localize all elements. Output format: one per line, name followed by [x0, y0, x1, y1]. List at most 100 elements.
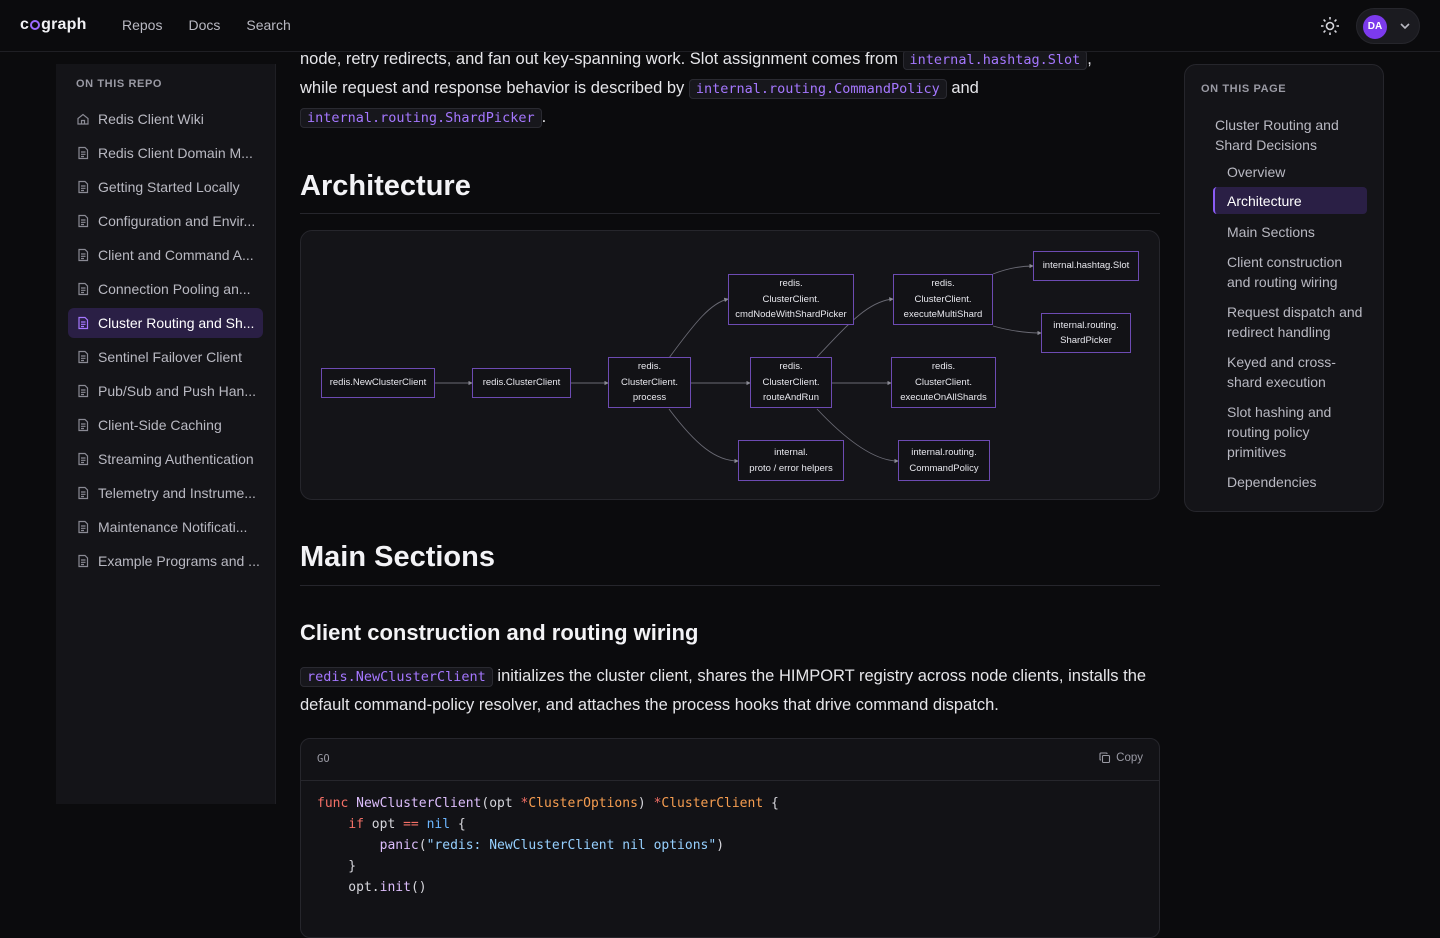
doc-icon — [76, 146, 98, 160]
sidebar-item-label: Sentinel Failover Client — [98, 349, 242, 365]
code-language-label: GO — [317, 753, 330, 765]
toc-item-slot-hashing[interactable]: Slot hashing and routing policy primitiv… — [1227, 402, 1357, 462]
sidebar-item-label: Client-Side Caching — [98, 417, 222, 433]
sidebar-item[interactable]: Streaming Authentication — [68, 444, 263, 474]
sidebar-item[interactable]: Cluster Routing and Sh... — [68, 308, 263, 338]
toc-item-keyed-execution[interactable]: Keyed and cross-shard execution — [1227, 352, 1365, 392]
intro-paragraph: node, retry redirects, and fan out key-s… — [300, 50, 1092, 128]
node-execute-multi-shard[interactable]: redis. ClusterClient. executeMultiShard — [893, 274, 993, 325]
user-menu-button[interactable]: DA — [1356, 8, 1420, 44]
sidebar-item-label: Client and Command A... — [98, 247, 254, 263]
toc-item-cluster-routing[interactable]: Cluster Routing and Shard Decisions — [1215, 115, 1365, 155]
sidebar-item-label: Configuration and Envir... — [98, 213, 256, 229]
code-shard-picker: internal.routing.ShardPicker — [300, 108, 542, 128]
divider — [300, 213, 1160, 214]
toc-item-client-construction[interactable]: Client construction and routing wiring — [1227, 252, 1365, 292]
home-icon — [76, 112, 98, 126]
doc-icon — [76, 316, 98, 330]
doc-icon — [76, 282, 98, 296]
copy-icon — [1099, 752, 1111, 764]
code-line: func NewClusterClient(opt *ClusterOption… — [317, 796, 779, 811]
node-proto-error-helpers[interactable]: internal. proto / error helpers — [738, 440, 844, 481]
sidebar-item[interactable]: Example Programs and ... — [68, 546, 263, 576]
sidebar-item-label: Redis Client Domain M... — [98, 145, 253, 161]
sidebar-item[interactable]: Connection Pooling an... — [68, 274, 263, 304]
copy-button[interactable]: Copy — [1099, 752, 1143, 764]
doc-icon — [76, 486, 98, 500]
nav-repos[interactable]: Repos — [122, 17, 162, 33]
sidebar-item[interactable]: Redis Client Domain M... — [68, 138, 263, 168]
sidebar-item-label: Connection Pooling an... — [98, 281, 251, 297]
toc-item-main-sections[interactable]: Main Sections — [1227, 222, 1365, 242]
sidebar-item-label: Streaming Authentication — [98, 451, 254, 467]
code-block: GO Copy func NewClusterClient(opt *Clust… — [300, 738, 1160, 938]
node-new-cluster-client[interactable]: redis.NewClusterClient — [321, 368, 435, 398]
doc-icon — [76, 180, 98, 194]
node-process[interactable]: redis. ClusterClient. process — [608, 357, 691, 408]
top-bar: c graph Repos Docs Search DA — [0, 0, 1440, 52]
nav-docs[interactable]: Docs — [188, 17, 220, 33]
node-execute-on-all-shards[interactable]: redis. ClusterClient. executeOnAllShards — [891, 357, 996, 408]
sidebar-list: Redis Client Wiki Redis Client Domain M..… — [68, 104, 263, 580]
edge-process-to-helpers — [668, 408, 739, 464]
sidebar-item[interactable]: Getting Started Locally — [68, 172, 263, 202]
sidebar-item[interactable]: Telemetry and Instrume... — [68, 478, 263, 508]
node-cmd-node-with-shard-picker[interactable]: redis. ClusterClient. cmdNodeWithShardPick… — [728, 274, 854, 325]
sidebar-title: ON THIS REPO — [76, 78, 163, 90]
code-content: func NewClusterClient(opt *ClusterOption… — [317, 793, 779, 898]
node-shard-picker[interactable]: internal.routing. ShardPicker — [1041, 313, 1131, 353]
sidebar-item[interactable]: Redis Client Wiki — [68, 104, 263, 134]
doc-icon — [76, 418, 98, 432]
sidebar-item[interactable]: Sentinel Failover Client — [68, 342, 263, 372]
code-line: } — [317, 859, 357, 874]
code-hashtag-slot: internal.hashtag.Slot — [902, 50, 1088, 70]
doc-icon — [76, 452, 98, 466]
repo-sidebar: ON THIS REPO Redis Client Wiki Redis Clie… — [56, 64, 276, 804]
chevron-down-icon — [1400, 23, 1410, 30]
sidebar-item[interactable]: Maintenance Notificati... — [68, 512, 263, 542]
code-command-policy: internal.routing.CommandPolicy — [688, 79, 947, 99]
doc-icon — [76, 350, 98, 364]
sidebar-item-label: Cluster Routing and Sh... — [98, 315, 255, 331]
edge-process-to-cmdnode — [668, 297, 729, 359]
toc-item-architecture[interactable]: Architecture — [1213, 187, 1367, 214]
sidebar-item-label: Telemetry and Instrume... — [98, 485, 256, 501]
code-new-cluster-client: redis.NewClusterClient — [300, 667, 493, 687]
table-of-contents: ON THIS PAGE Cluster Routing and Shard D… — [1184, 64, 1384, 512]
edge-multi-to-slot — [992, 263, 1034, 275]
avatar: DA — [1363, 15, 1387, 39]
sidebar-item[interactable]: Client and Command A... — [68, 240, 263, 270]
architecture-diagram: redis.NewClusterClient redis.ClusterClie… — [300, 230, 1160, 500]
nav-search[interactable]: Search — [246, 17, 290, 33]
sun-icon — [1321, 17, 1339, 35]
doc-icon — [76, 384, 98, 398]
logo-ring-icon — [30, 20, 41, 30]
doc-icon — [76, 214, 98, 228]
sidebar-item-label: Getting Started Locally — [98, 179, 240, 195]
toc-item-overview[interactable]: Overview — [1227, 162, 1365, 182]
toc-item-request-dispatch[interactable]: Request dispatch and redirect handling — [1227, 302, 1365, 342]
node-hashtag-slot[interactable]: internal.hashtag.Slot — [1033, 251, 1139, 281]
diagram-edges — [435, 263, 1042, 464]
code-line: opt.init() — [317, 880, 427, 895]
top-nav: Repos Docs Search — [122, 17, 291, 33]
toc-item-dependencies[interactable]: Dependencies — [1227, 472, 1365, 492]
code-line: if opt == nil { — [348, 817, 466, 832]
sidebar-item[interactable]: Client-Side Caching — [68, 410, 263, 440]
sidebar-item-label: Maintenance Notificati... — [98, 519, 248, 535]
sidebar-item[interactable]: Pub/Sub and Push Han... — [68, 376, 263, 406]
node-command-policy[interactable]: internal.routing. CommandPolicy — [898, 440, 990, 481]
node-cluster-client[interactable]: redis.ClusterClient — [472, 368, 571, 398]
heading-architecture: Architecture — [300, 170, 471, 202]
sidebar-item[interactable]: Configuration and Envir... — [68, 206, 263, 236]
sidebar-item-label: Redis Client Wiki — [98, 111, 204, 127]
edge-multi-to-picker — [992, 325, 1042, 336]
logo[interactable]: c graph — [20, 16, 87, 34]
toc-title: ON THIS PAGE — [1201, 83, 1287, 95]
node-route-and-run[interactable]: redis. ClusterClient. routeAndRun — [750, 357, 832, 408]
doc-icon — [76, 554, 98, 568]
theme-toggle-button[interactable] — [1318, 14, 1342, 38]
sidebar-item-label: Pub/Sub and Push Han... — [98, 383, 256, 399]
code-line: panic("redis: NewClusterClient nil optio… — [379, 838, 725, 853]
sidebar-item-label: Example Programs and ... — [98, 553, 260, 569]
